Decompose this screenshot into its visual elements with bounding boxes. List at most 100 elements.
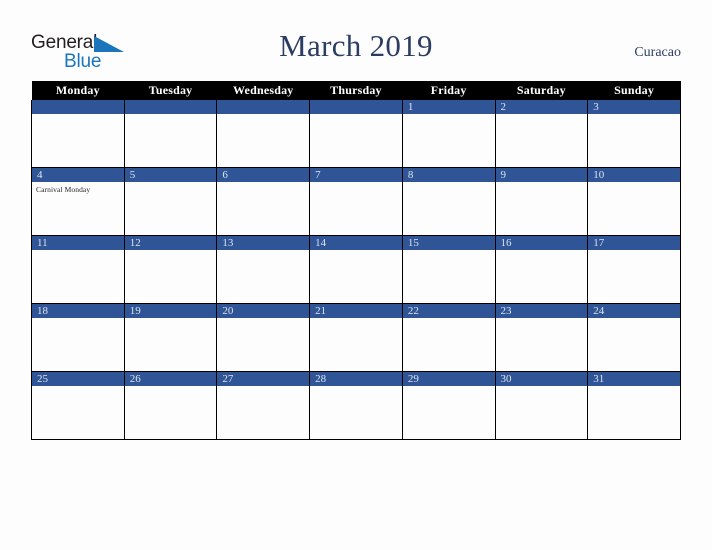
calendar-page: General Blue March 2019 Curacao Monday T… [0,0,712,550]
calendar-day-cell[interactable]: 26 [123,371,218,440]
day-events [310,114,402,167]
calendar-day-cell[interactable]: 15 [401,235,496,304]
day-number: 4 [32,168,124,182]
day-events [125,318,217,371]
day-number: 2 [495,100,588,114]
calendar-empty-cell [309,100,403,168]
day-events: Carnival Monday [32,182,124,235]
day-number [310,100,402,114]
day-events [403,386,495,439]
calendar-day-cell[interactable]: 2 [494,100,589,168]
day-number: 9 [495,168,588,182]
weekday-header-friday: Friday [402,81,496,100]
day-number: 30 [495,372,588,386]
day-number: 12 [124,236,217,250]
day-number: 7 [310,168,402,182]
day-events [588,182,680,235]
day-number: 29 [402,372,495,386]
calendar-day-cell[interactable]: 25 [31,371,125,440]
page-title: March 2019 [279,28,433,63]
calendar-header-row: Monday Tuesday Wednesday Thursday Friday… [31,81,681,100]
calendar-day-cell[interactable]: 19 [123,303,218,372]
calendar-day-cell[interactable]: 7 [309,167,403,236]
day-events [403,318,495,371]
calendar-day-cell[interactable]: 16 [494,235,589,304]
day-events [125,386,217,439]
calendar-grid: Monday Tuesday Wednesday Thursday Friday… [31,81,681,440]
day-number: 28 [310,372,402,386]
day-number: 8 [402,168,495,182]
calendar-day-cell[interactable]: 27 [216,371,311,440]
calendar-day-cell[interactable]: 4 Carnival Monday [31,167,125,236]
calendar-day-cell[interactable]: 30 [494,371,589,440]
day-events [403,250,495,303]
calendar-day-cell[interactable]: 22 [401,303,496,372]
calendar-day-cell[interactable]: 5 [123,167,218,236]
weekday-header-thursday: Thursday [309,81,403,100]
calendar-day-cell[interactable]: 13 [216,235,311,304]
calendar-day-cell[interactable]: 10 [587,167,681,236]
day-events [310,250,402,303]
day-events [217,386,309,439]
day-events [496,182,588,235]
day-events [588,318,680,371]
day-events [32,114,124,167]
calendar-day-cell[interactable]: 1 [401,100,496,168]
day-events [496,318,588,371]
day-number: 31 [588,372,680,386]
day-number: 22 [402,304,495,318]
calendar-empty-cell [216,100,311,168]
day-number: 24 [588,304,680,318]
calendar-day-cell[interactable]: 3 [587,100,681,168]
day-number: 15 [402,236,495,250]
day-events [588,386,680,439]
day-number [32,100,124,114]
day-events [403,182,495,235]
day-events [588,250,680,303]
weekday-header-sunday: Sunday [587,81,681,100]
calendar-day-cell[interactable]: 8 [401,167,496,236]
calendar-day-cell[interactable]: 20 [216,303,311,372]
day-number: 20 [217,304,310,318]
day-number: 21 [310,304,402,318]
day-events [32,386,124,439]
calendar-day-cell[interactable]: 17 [587,235,681,304]
day-number: 10 [588,168,680,182]
calendar-day-cell[interactable]: 24 [587,303,681,372]
calendar-day-cell[interactable]: 11 [31,235,125,304]
calendar-empty-cell [123,100,218,168]
day-events [496,250,588,303]
calendar-day-cell[interactable]: 14 [309,235,403,304]
day-events [310,182,402,235]
calendar-week-row: 25 26 27 28 29 30 31 [31,371,681,440]
calendar-day-cell[interactable]: 29 [401,371,496,440]
day-number: 18 [32,304,124,318]
calendar-day-cell[interactable]: 28 [309,371,403,440]
calendar-day-cell[interactable]: 23 [494,303,589,372]
day-events [217,318,309,371]
day-number: 17 [588,236,680,250]
calendar-day-cell[interactable]: 12 [123,235,218,304]
day-number: 26 [124,372,217,386]
day-events [403,114,495,167]
calendar-day-cell[interactable]: 6 [216,167,311,236]
event-label: Carnival Monday [36,185,91,194]
day-events [496,386,588,439]
calendar-day-cell[interactable]: 21 [309,303,403,372]
day-number: 3 [588,100,680,114]
day-number: 23 [495,304,588,318]
page-header: General Blue March 2019 Curacao [0,0,712,80]
weekday-header-tuesday: Tuesday [124,81,217,100]
calendar-day-cell[interactable]: 9 [494,167,589,236]
day-events [310,318,402,371]
calendar-day-cell[interactable]: 31 [587,371,681,440]
day-events [125,250,217,303]
country-label: Curacao [634,45,681,60]
day-number: 25 [32,372,124,386]
calendar-day-cell[interactable]: 18 [31,303,125,372]
day-number: 11 [32,236,124,250]
calendar-empty-cell [31,100,125,168]
weekday-header-wednesday: Wednesday [216,81,310,100]
day-events [588,114,680,167]
calendar-week-row: 18 19 20 21 22 23 24 [31,303,681,372]
